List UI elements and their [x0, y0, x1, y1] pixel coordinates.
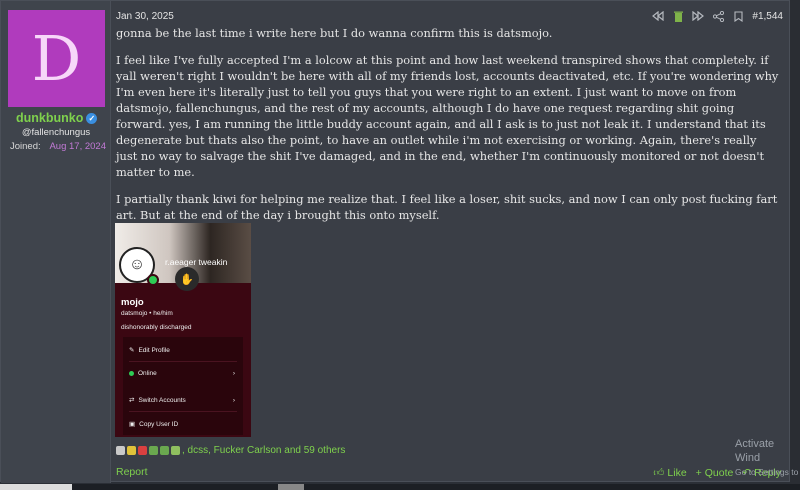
reaction-icon	[138, 446, 147, 455]
attached-screenshot[interactable]: r.aeager tweakin ☺ ✋ mojo datsmojo • he/…	[115, 223, 251, 437]
chevron-right-icon: ›	[232, 369, 235, 377]
profile-meta: datsmojo • he/him	[121, 310, 173, 317]
taskbar-segment	[278, 484, 304, 490]
username[interactable]: dunkbunko	[16, 111, 83, 125]
profile-menu-top: ✎ Edit Profile Online ›	[123, 337, 243, 389]
reaction-icon	[127, 446, 136, 455]
reaction-icon	[160, 446, 169, 455]
chevron-right-icon: ›	[232, 396, 235, 404]
windows-activation-watermark: Activate Wind Go to Settings to	[735, 437, 800, 479]
user-panel: D dunkbunko ✓ @fallenchungus Joined: Aug…	[1, 1, 111, 483]
pencil-icon: ✎	[129, 347, 135, 354]
online-status-dot	[147, 274, 159, 286]
quote-button[interactable]: + Quote	[696, 466, 734, 479]
share-icon[interactable]	[712, 10, 724, 22]
post-tools: #1,544	[652, 10, 783, 22]
reaction-icon	[171, 446, 180, 455]
thumbs-up-icon: 👍︎	[653, 467, 665, 479]
avatar[interactable]: D	[8, 10, 105, 107]
post-date[interactable]: Jan 30, 2025	[116, 11, 174, 22]
page-edge	[790, 0, 800, 484]
username-link[interactable]: dunkbunko ✓	[16, 111, 98, 125]
watermark-title: Activate Wind	[735, 438, 775, 464]
joined-row: Joined: Aug 17, 2024	[10, 141, 106, 152]
taskbar-segment	[0, 484, 72, 490]
bookmark-icon[interactable]	[732, 10, 744, 22]
profile-name: mojo	[121, 297, 144, 308]
post-body: gonna be the last time i write here but …	[116, 25, 781, 234]
menu-item-edit-profile: ✎ Edit Profile	[129, 346, 170, 355]
switch-icon: ⇄	[129, 397, 135, 404]
reaction-users[interactable]: , dcss, Fucker Carlson and 59 others	[182, 445, 345, 456]
menu-item-copy-user-id: ▣ Copy User ID	[129, 420, 179, 429]
joined-label: Joined:	[10, 141, 41, 152]
menu-divider	[129, 411, 237, 412]
post-paragraph: I feel like I've fully accepted I'm a lo…	[116, 53, 779, 179]
menu-item-switch-accounts: ⇄ Switch Accounts ›	[129, 396, 235, 405]
profile-status: dishonorably discharged	[121, 324, 192, 331]
taskbar-strip	[0, 484, 800, 490]
banner-text: r.aeager tweakin	[165, 257, 228, 267]
menu-divider	[129, 361, 237, 362]
trash-icon[interactable]	[672, 10, 684, 22]
user-handle: @fallenchungus	[21, 127, 91, 138]
menu-item-online: Online ›	[129, 366, 237, 380]
verified-check-icon: ✓	[86, 112, 98, 124]
reaction-icon	[149, 446, 158, 455]
post-paragraph: I partially thank kiwi for helping me re…	[116, 192, 778, 222]
joined-date: Aug 17, 2024	[49, 141, 106, 152]
rewind-icon[interactable]	[652, 10, 665, 22]
watermark-sub: Go to Settings to	[735, 467, 799, 477]
post-container: D dunkbunko ✓ @fallenchungus Joined: Aug…	[0, 0, 790, 483]
post-paragraph: gonna be the last time i write here but …	[116, 26, 553, 40]
profile-menu-bottom: ⇄ Switch Accounts › ▣ Copy User ID	[123, 389, 243, 435]
badge-icon: ✋	[175, 267, 199, 291]
online-dot-icon	[129, 370, 134, 376]
reactions-bar[interactable]: , dcss, Fucker Carlson and 59 others	[116, 445, 345, 456]
id-icon: ▣	[129, 421, 136, 428]
report-link[interactable]: Report	[116, 466, 148, 478]
like-button[interactable]: 👍︎ Like	[653, 466, 686, 480]
reaction-icon	[116, 446, 125, 455]
forward-icon[interactable]	[692, 10, 705, 22]
post-number[interactable]: #1,544	[752, 11, 783, 22]
